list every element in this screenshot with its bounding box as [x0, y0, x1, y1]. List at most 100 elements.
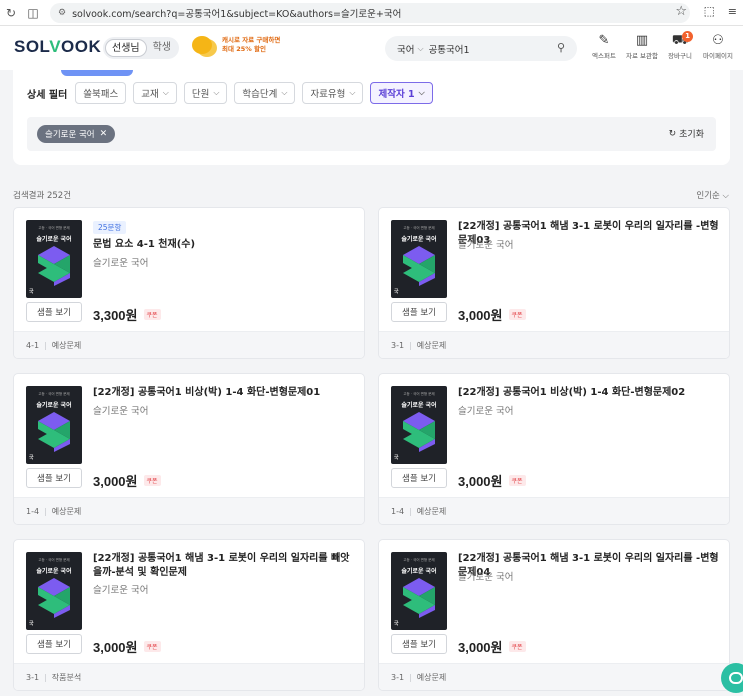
coupon-badge: 쿠폰 [143, 641, 161, 652]
unit-label: 4-1 [26, 340, 40, 350]
product-author[interactable]: 슬기로운 국어 [93, 255, 148, 269]
solvook-logo[interactable]: SOLVOOK [14, 37, 101, 57]
chevron-down-icon: ⌵ [417, 43, 424, 53]
cart-menu[interactable]: ⛟ 1 장바구니 [661, 31, 699, 60]
user-icon: ⚇ [712, 33, 724, 48]
thumbnail-brand: 슬기로운 국어 [36, 236, 72, 243]
logo-suffix: OOK [61, 37, 102, 56]
sort-dropdown[interactable]: 인기순 ⌵ [696, 189, 729, 201]
close-icon[interactable]: ✕ [100, 129, 108, 139]
thumbnail-brand: 슬기로운 국어 [401, 236, 437, 243]
chat-support-button[interactable] [721, 663, 743, 693]
unit-label: 3-1 [391, 672, 405, 682]
applied-filter-tag[interactable]: 슬기로운 국어 ✕ [37, 125, 116, 143]
product-price: 3,000원 [458, 474, 503, 489]
product-card[interactable]: 고등 · 국어 변형 문제 슬기로운 국어 국 샘플 보기 [22개정] 공통국… [378, 373, 730, 525]
mypage-menu[interactable]: ⚇ 마이페이지 [699, 32, 737, 60]
expert-menu[interactable]: ✎ 엑스퍼트 [585, 32, 623, 60]
sample-view-button[interactable]: 샘플 보기 [391, 634, 447, 654]
coupon-badge: 쿠폰 [508, 475, 526, 486]
card-footer: 1-4 | 예상문제 [14, 497, 364, 524]
divider: | [44, 672, 47, 682]
thumbnail-caption: 고등 · 국어 변형 문제 [38, 558, 70, 562]
product-price: 3,000원 [93, 474, 138, 489]
product-title[interactable]: 문법 요소 4-1 천재(수) [93, 238, 355, 252]
filter-author[interactable]: 제작자 1 ⌵ [370, 82, 433, 104]
expert-label: 엑스퍼트 [592, 52, 616, 60]
divider: | [44, 340, 47, 350]
filter-material-type[interactable]: 자료유형 ⌵ [302, 82, 364, 104]
mypage-label: 마이페이지 [703, 52, 733, 60]
brand-s-logo-icon [38, 578, 70, 618]
filter-learning-stage[interactable]: 학습단계 ⌵ [234, 82, 296, 104]
product-thumbnail[interactable]: 고등 · 국어 변형 문제 슬기로운 국어 국 [391, 552, 447, 630]
sample-view-button[interactable]: 샘플 보기 [26, 468, 82, 488]
product-author[interactable]: 슬기로운 국어 [458, 569, 513, 583]
product-card[interactable]: 고등 · 국어 변형 문제 슬기로운 국어 국 샘플 보기 [22개정] 공통국… [13, 539, 365, 691]
product-title[interactable]: [22개정] 공통국어1 해냄 3-1 로봇이 우리의 일자리를 빼앗을까-분석… [93, 552, 355, 580]
chevron-down-icon: ⌵ [281, 88, 288, 97]
sample-view-button[interactable]: 샘플 보기 [391, 302, 447, 322]
product-card[interactable]: 고등 · 국어 변형 문제 슬기로운 국어 국 샘플 보기 [22개정] 공통국… [13, 373, 365, 525]
product-title[interactable]: [22개정] 공통국어1 비상(박) 1-4 화단-변형문제01 [93, 386, 355, 400]
unit-label: 3-1 [391, 340, 405, 350]
sample-view-button[interactable]: 샘플 보기 [26, 634, 82, 654]
product-author[interactable]: 슬기로운 국어 [458, 237, 513, 251]
sample-view-button[interactable]: 샘플 보기 [26, 302, 82, 322]
filter-unit[interactable]: 단원 ⌵ [183, 82, 228, 104]
product-card[interactable]: 고등 · 국어 변형 문제 슬기로운 국어 국 샘플 보기 25문항 문법 요소… [13, 207, 365, 359]
library-menu[interactable]: ▥ 자료 보관함 [623, 32, 661, 60]
price-block: 3,300원 쿠폰 [93, 305, 161, 324]
thumbnail-caption: 고등 · 국어 변형 문제 [38, 392, 70, 396]
role-teacher-toggle[interactable]: 선생님 [105, 39, 147, 57]
product-thumbnail[interactable]: 고등 · 국어 변형 문제 슬기로운 국어 국 [26, 552, 82, 630]
product-title[interactable]: [22개정] 공통국어1 비상(박) 1-4 화단-변형문제02 [458, 386, 720, 400]
product-card[interactable]: 고등 · 국어 변형 문제 슬기로운 국어 국 샘플 보기 [22개정] 공통국… [378, 539, 730, 691]
sample-view-button[interactable]: 샘플 보기 [391, 468, 447, 488]
brand-s-logo-icon [403, 578, 435, 618]
product-thumbnail[interactable]: 고등 · 국어 변형 문제 슬기로운 국어 국 [391, 220, 447, 298]
product-card[interactable]: 고등 · 국어 변형 문제 슬기로운 국어 국 샘플 보기 [22개정] 공통국… [378, 207, 730, 359]
reset-icon: ↻ [668, 128, 677, 139]
unit-label: 1-4 [26, 506, 40, 516]
search-subject-select[interactable]: 국어 [397, 42, 414, 56]
filter-textbook[interactable]: 교재 ⌵ [133, 82, 177, 104]
thumbnail-corner-mark: 국 [394, 621, 399, 627]
reset-filters-button[interactable]: ↻ 초기화 [668, 127, 704, 141]
address-bar[interactable]: ⚙ solvook.com/search?q=공통국어1&subject=KO&… [50, 2, 690, 23]
browser-menu-icon[interactable]: ≡ [728, 5, 737, 18]
role-student-toggle[interactable]: 학생 [147, 39, 177, 57]
product-author[interactable]: 슬기로운 국어 [93, 403, 148, 417]
divider: | [409, 506, 412, 516]
price-block: 3,000원 쿠폰 [93, 471, 161, 490]
product-author[interactable]: 슬기로운 국어 [458, 403, 513, 417]
promo-line-2: 최대 25% 할인 [222, 45, 267, 53]
extensions-icon[interactable]: ⬚ [704, 4, 715, 18]
sidebar-icon[interactable]: ◫ [22, 2, 44, 24]
logo-prefix: SOL [14, 37, 50, 56]
search-input[interactable]: 공통국어1 [429, 42, 470, 56]
question-count-badge: 25문항 [93, 221, 127, 234]
divider: | [409, 340, 412, 350]
card-footer: 1-4 | 예상문제 [379, 497, 729, 524]
product-author[interactable]: 슬기로운 국어 [93, 582, 148, 596]
search-icon[interactable]: ⚲ [557, 41, 565, 54]
cash-promo-banner[interactable]: 캐시로 자료 구매하면 최대 25% 할인 [192, 36, 280, 54]
brand-s-logo-icon [403, 412, 435, 452]
filter-solvookpass[interactable]: 쏠북패스 [75, 82, 127, 104]
site-settings-icon[interactable]: ⚙ [58, 8, 66, 18]
bookmark-star-icon[interactable]: ☆ [675, 4, 687, 19]
thumbnail-corner-mark: 국 [29, 621, 34, 627]
filter-title: 상세 필터 [27, 89, 68, 101]
search-bar[interactable]: 국어 ⌵ 공통국어1 ⚲ [385, 36, 577, 61]
product-thumbnail[interactable]: 고등 · 국어 변형 문제 슬기로운 국어 국 [26, 386, 82, 464]
divider: | [409, 672, 412, 682]
thumbnail-corner-mark: 국 [394, 289, 399, 295]
unit-label: 3-1 [26, 672, 40, 682]
reload-icon[interactable]: ↻ [0, 2, 22, 24]
product-thumbnail[interactable]: 고등 · 국어 변형 문제 슬기로운 국어 국 [391, 386, 447, 464]
material-type-label: 예상문제 [416, 672, 447, 682]
product-thumbnail[interactable]: 고등 · 국어 변형 문제 슬기로운 국어 국 [26, 220, 82, 298]
thumbnail-caption: 고등 · 국어 변형 문제 [403, 392, 435, 396]
cart-count-badge: 1 [682, 31, 693, 42]
